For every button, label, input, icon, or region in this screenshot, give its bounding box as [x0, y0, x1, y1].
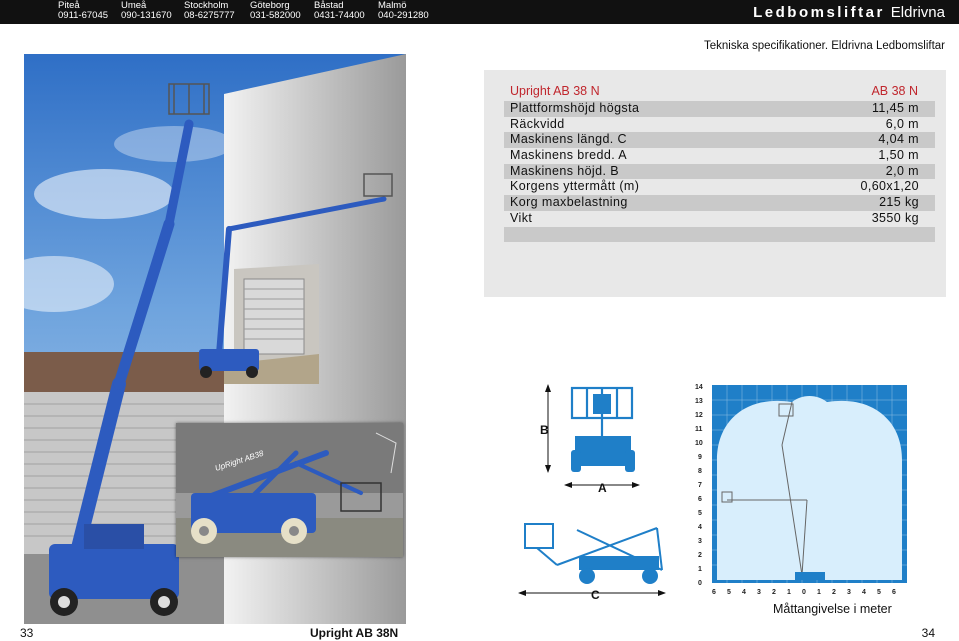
- contact-phone: 0911-67045: [58, 10, 109, 21]
- dim-b-label: B: [540, 423, 549, 437]
- spec-row: Maskinens längd. C 4,04 m: [504, 132, 935, 149]
- spec-panel: Upright AB 38 N AB 38 N Plattformshöjd h…: [484, 70, 946, 297]
- spec-value: 4,04 m: [878, 132, 919, 147]
- contact-stockholm: Stockholm 08-6275777: [184, 1, 235, 21]
- front-view-drawing: B A: [540, 384, 640, 495]
- contact-phone: 08-6275777: [184, 10, 235, 21]
- spec-column-header: AB 38 N: [871, 84, 918, 98]
- spec-row: Räckvidd 6,0 m: [504, 117, 935, 133]
- contact-phone: 031-582000: [250, 10, 301, 21]
- x-tick: 5: [877, 589, 881, 596]
- contact-phone: 0431-74400: [314, 10, 365, 21]
- spec-table: Plattformshöjd högsta 11,45 m Räckvidd 6…: [504, 101, 935, 243]
- spec-label: Vikt: [510, 210, 533, 225]
- x-tick: 2: [832, 589, 836, 596]
- x-tick: 4: [862, 589, 866, 596]
- y-tick: 1: [698, 566, 702, 573]
- spec-label: Maskinens längd. C: [510, 132, 627, 147]
- top-header-bar: Piteå 0911-67045 Umeå 090-131670 Stockho…: [0, 0, 959, 24]
- x-tick: 6: [712, 589, 716, 596]
- y-tick: 8: [698, 468, 702, 475]
- y-tick: 2: [698, 552, 702, 559]
- x-tick: 1: [787, 589, 791, 596]
- y-tick: 0: [698, 580, 702, 587]
- y-tick: 9: [698, 454, 702, 461]
- x-tick: 4: [742, 589, 746, 596]
- brand-bold: Ledbomsliftar: [753, 4, 885, 21]
- spec-label: Korg maxbelastning: [510, 195, 628, 210]
- spec-row: Plattformshöjd högsta 11,45 m: [504, 101, 935, 117]
- contact-goteborg: Göteborg 031-582000: [250, 1, 301, 21]
- dim-a-label: A: [598, 481, 607, 495]
- x-tick: 6: [892, 589, 896, 596]
- range-caption: Måttangivelse i meter: [773, 602, 892, 616]
- y-tick: 11: [695, 426, 703, 433]
- inset-photo-lift-stowed: UpRight AB38: [176, 423, 403, 557]
- contact-pitea: Piteå 0911-67045: [58, 1, 108, 21]
- contact-umea: Umeå 090-131670: [121, 1, 172, 21]
- spec-value: 215 kg: [879, 195, 919, 210]
- y-tick: 12: [695, 412, 703, 419]
- spec-label: Korgens yttermått (m): [510, 179, 640, 194]
- y-tick: 6: [698, 496, 702, 503]
- x-tick: 1: [817, 589, 821, 596]
- x-tick: 0: [802, 589, 806, 596]
- x-tick: 3: [847, 589, 851, 596]
- spec-label: Räckvidd: [510, 116, 565, 131]
- y-tick: 13: [695, 398, 703, 405]
- page-subtitle: Tekniska specifikationer. Eldrivna Ledbo…: [704, 40, 945, 52]
- spec-row: Vikt 3550 kg: [504, 211, 935, 227]
- y-tick: 7: [698, 482, 702, 489]
- spec-label: Maskinens höjd. B: [510, 163, 619, 178]
- x-tick: 2: [772, 589, 776, 596]
- contact-malmo: Malmö 040-291280: [378, 1, 429, 21]
- spec-row: Korgens yttermått (m) 0,60x1,20: [504, 179, 935, 195]
- y-tick: 5: [698, 510, 702, 517]
- y-tick: 10: [695, 440, 703, 447]
- side-view-drawing: C: [518, 523, 666, 602]
- spec-value: 1,50 m: [878, 148, 919, 163]
- spec-value: 3550 kg: [871, 210, 919, 225]
- spec-header: Upright AB 38 N AB 38 N: [510, 84, 918, 100]
- x-tick: 5: [727, 589, 731, 596]
- x-tick: 3: [757, 589, 761, 596]
- y-tick: 3: [698, 538, 702, 545]
- spec-model-title: Upright AB 38 N: [510, 84, 600, 98]
- spec-label: Plattformshöjd högsta: [510, 101, 640, 115]
- spec-row: Maskinens bredd. A 1,50 m: [504, 148, 935, 164]
- spec-value: 6,0 m: [885, 116, 919, 131]
- working-range-diagram: 14 13 12 11 10 9 8 7 6 5 4 3 2 1 0 6 5 4…: [695, 384, 907, 596]
- y-tick: 4: [698, 524, 702, 531]
- spec-row-empty: [504, 226, 935, 243]
- footer-title: Upright AB 38N: [310, 626, 399, 640]
- dim-c-label: C: [591, 588, 600, 602]
- contact-phone: 040-291280: [378, 10, 429, 21]
- spec-value: 2,0 m: [885, 163, 919, 178]
- spec-label: Maskinens bredd. A: [510, 148, 627, 163]
- spec-row: Maskinens höjd. B 2,0 m: [504, 163, 935, 180]
- y-tick: 14: [695, 384, 703, 391]
- contact-phone: 090-131670: [121, 10, 172, 21]
- page-number-left: 33: [20, 626, 34, 640]
- contact-bastad: Båstad 0431-74400: [314, 1, 365, 21]
- spec-value: 0,60x1,20: [860, 179, 919, 194]
- brand-title: Ledbomsliftar Eldrivna: [753, 4, 945, 21]
- brand-light: Eldrivna: [890, 4, 945, 21]
- dimension-diagrams: B A C 14 13 12 11 10 9 8 7 6 5 4 3 2 1 0…: [517, 380, 912, 605]
- spec-value: 11,45 m: [871, 101, 919, 115]
- spec-row: Korg maxbelastning 215 kg: [504, 195, 935, 211]
- page-number-right: 34: [921, 626, 935, 640]
- page-footer: 33 Upright AB 38N 34: [0, 624, 959, 641]
